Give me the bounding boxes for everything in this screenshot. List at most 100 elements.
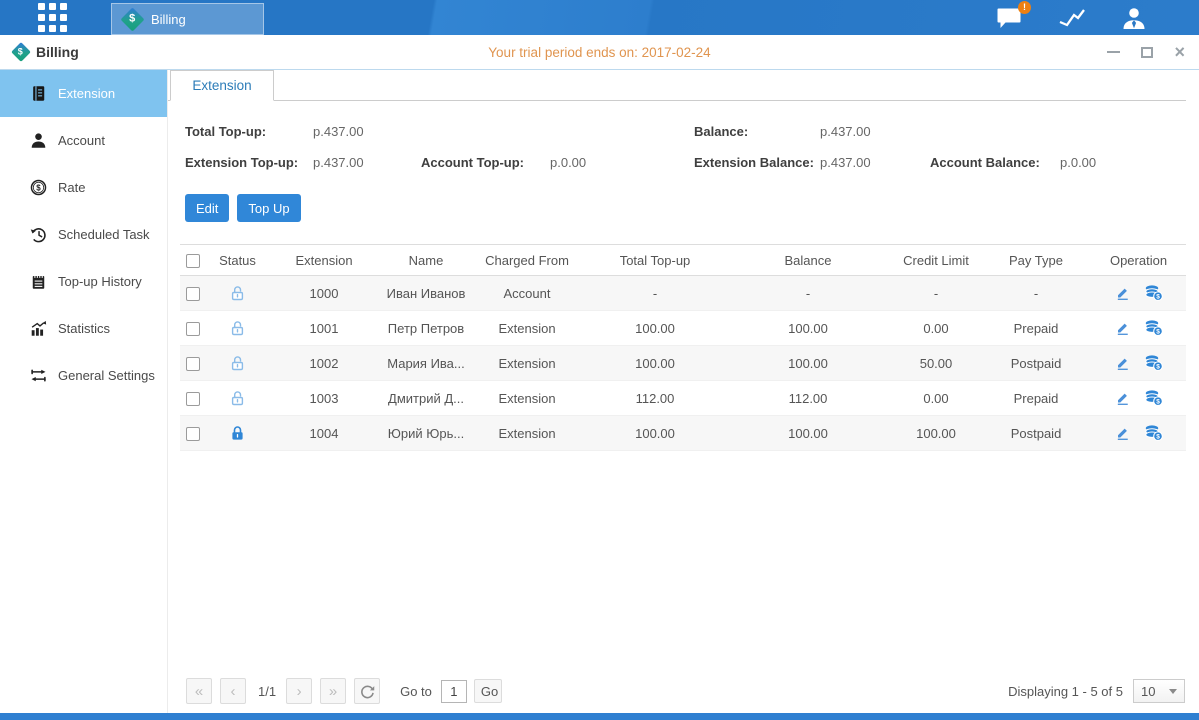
action-buttons: Edit Top Up (168, 194, 1199, 222)
sidebar-item-rate[interactable]: $ Rate (0, 164, 167, 211)
refresh-button[interactable] (354, 678, 380, 704)
extension-table: Status Extension Name Charged From Total… (180, 244, 1186, 451)
row-checkbox[interactable] (186, 322, 200, 336)
cell-pay-type: Postpaid (981, 356, 1091, 371)
window-title: $ Billing (14, 44, 79, 60)
extension-topup-label: Extension Top-up: (185, 155, 313, 170)
grid-dot (38, 14, 45, 21)
top-up-coins-icon[interactable]: $ (1144, 425, 1163, 441)
account-topup-value: p.0.00 (550, 155, 694, 170)
locked-icon[interactable] (230, 425, 245, 442)
cell-credit-limit: 50.00 (891, 356, 981, 371)
unlocked-icon[interactable] (230, 390, 245, 407)
grid-dot (49, 25, 56, 32)
bar-chart-icon (30, 320, 47, 337)
sidebar-item-label: Statistics (58, 321, 110, 336)
svg-text:$: $ (1156, 434, 1160, 441)
window-title-text: Billing (36, 44, 79, 60)
sidebar-item-account[interactable]: Account (0, 117, 167, 164)
col-status: Status (210, 253, 265, 268)
account-topup-label: Account Top-up: (421, 155, 550, 170)
extension-balance-label: Extension Balance: (694, 155, 820, 170)
minimize-button[interactable] (1107, 51, 1120, 53)
page-size-select[interactable]: 10 (1133, 679, 1185, 703)
col-extension: Extension (265, 253, 383, 268)
user-account-icon[interactable] (1121, 6, 1147, 30)
unlocked-icon[interactable] (230, 320, 245, 337)
billing-taskbar-tab[interactable]: $ Billing (111, 3, 264, 35)
grid-dot (60, 14, 67, 21)
cell-pay-type: Prepaid (981, 321, 1091, 336)
svg-text:$: $ (1156, 294, 1160, 301)
clock-history-icon (30, 226, 47, 243)
sidebar-item-extension[interactable]: Extension (0, 70, 167, 117)
svg-text:$: $ (1156, 329, 1160, 336)
col-operation: Operation (1091, 253, 1186, 268)
displaying-text: Displaying 1 - 5 of 5 (1008, 684, 1123, 699)
summary-panel: Total Top-up: p.437.00 Balance: p.437.00… (168, 116, 1199, 178)
goto-page-input[interactable] (441, 680, 467, 703)
sidebar-item-scheduled-task[interactable]: Scheduled Task (0, 211, 167, 258)
row-checkbox[interactable] (186, 357, 200, 371)
cell-balance: 100.00 (725, 321, 891, 336)
edit-pencil-icon[interactable] (1115, 285, 1130, 301)
sidebar-item-general-settings[interactable]: General Settings (0, 352, 167, 399)
total-topup-value: p.437.00 (313, 124, 421, 139)
unlocked-icon[interactable] (230, 355, 245, 372)
cell-extension: 1003 (265, 391, 383, 406)
table-row: 1002 Мария Ива... Extension 100.00 100.0… (180, 346, 1186, 381)
last-page-button[interactable]: » (320, 678, 346, 704)
billing-taskbar-tab-label: Billing (151, 12, 186, 27)
edit-button[interactable]: Edit (185, 194, 229, 222)
line-chart-icon (1057, 6, 1087, 30)
svg-text:$: $ (36, 183, 41, 192)
unlocked-icon[interactable] (230, 285, 245, 302)
balance-value: p.437.00 (820, 124, 930, 139)
maximize-icon (1141, 47, 1153, 58)
tab-extension[interactable]: Extension (170, 70, 274, 101)
row-checkbox[interactable] (186, 287, 200, 301)
cell-charged-from: Extension (469, 426, 585, 441)
top-up-coins-icon[interactable]: $ (1144, 390, 1163, 406)
top-up-coins-icon[interactable]: $ (1144, 285, 1163, 301)
select-all-checkbox[interactable] (186, 254, 200, 268)
cell-balance: 112.00 (725, 391, 891, 406)
app-launcher-grid-icon[interactable] (38, 3, 67, 32)
sidebar-item-statistics[interactable]: Statistics (0, 305, 167, 352)
grid-dot (60, 25, 67, 32)
col-pay-type: Pay Type (981, 253, 1091, 268)
page-size-value: 10 (1141, 684, 1155, 699)
tab-strip: Extension (168, 70, 1186, 101)
cell-credit-limit: 0.00 (891, 391, 981, 406)
row-checkbox[interactable] (186, 392, 200, 406)
edit-pencil-icon[interactable] (1115, 320, 1130, 336)
notifications-icon[interactable]: ! (996, 6, 1023, 30)
grid-dot (49, 3, 56, 10)
close-button[interactable]: × (1174, 45, 1185, 59)
cell-pay-type: - (981, 286, 1091, 301)
cell-charged-from: Extension (469, 356, 585, 371)
edit-pencil-icon[interactable] (1115, 390, 1130, 406)
extension-topup-value: p.437.00 (313, 155, 421, 170)
go-button[interactable]: Go (474, 679, 502, 703)
cell-charged-from: Account (469, 286, 585, 301)
row-checkbox[interactable] (186, 427, 200, 441)
top-up-button[interactable]: Top Up (237, 194, 300, 222)
maximize-button[interactable] (1141, 47, 1153, 58)
col-name: Name (383, 253, 469, 268)
bottom-taskbar-strip (0, 713, 1199, 720)
sidebar-item-topup-history[interactable]: Top-up History (0, 258, 167, 305)
minimize-icon (1107, 51, 1120, 53)
top-up-coins-icon[interactable]: $ (1144, 355, 1163, 371)
monitor-chart-icon[interactable] (1057, 6, 1087, 30)
next-page-button[interactable]: › (286, 678, 312, 704)
first-page-button[interactable]: « (186, 678, 212, 704)
prev-page-button[interactable]: ‹ (220, 678, 246, 704)
grid-dot (38, 3, 45, 10)
top-up-coins-icon[interactable]: $ (1144, 320, 1163, 336)
account-balance-value: p.0.00 (1060, 155, 1199, 170)
edit-pencil-icon[interactable] (1115, 355, 1130, 371)
arrows-exchange-icon (30, 367, 47, 384)
edit-pencil-icon[interactable] (1115, 425, 1130, 441)
sidebar-item-label: Extension (58, 86, 115, 101)
